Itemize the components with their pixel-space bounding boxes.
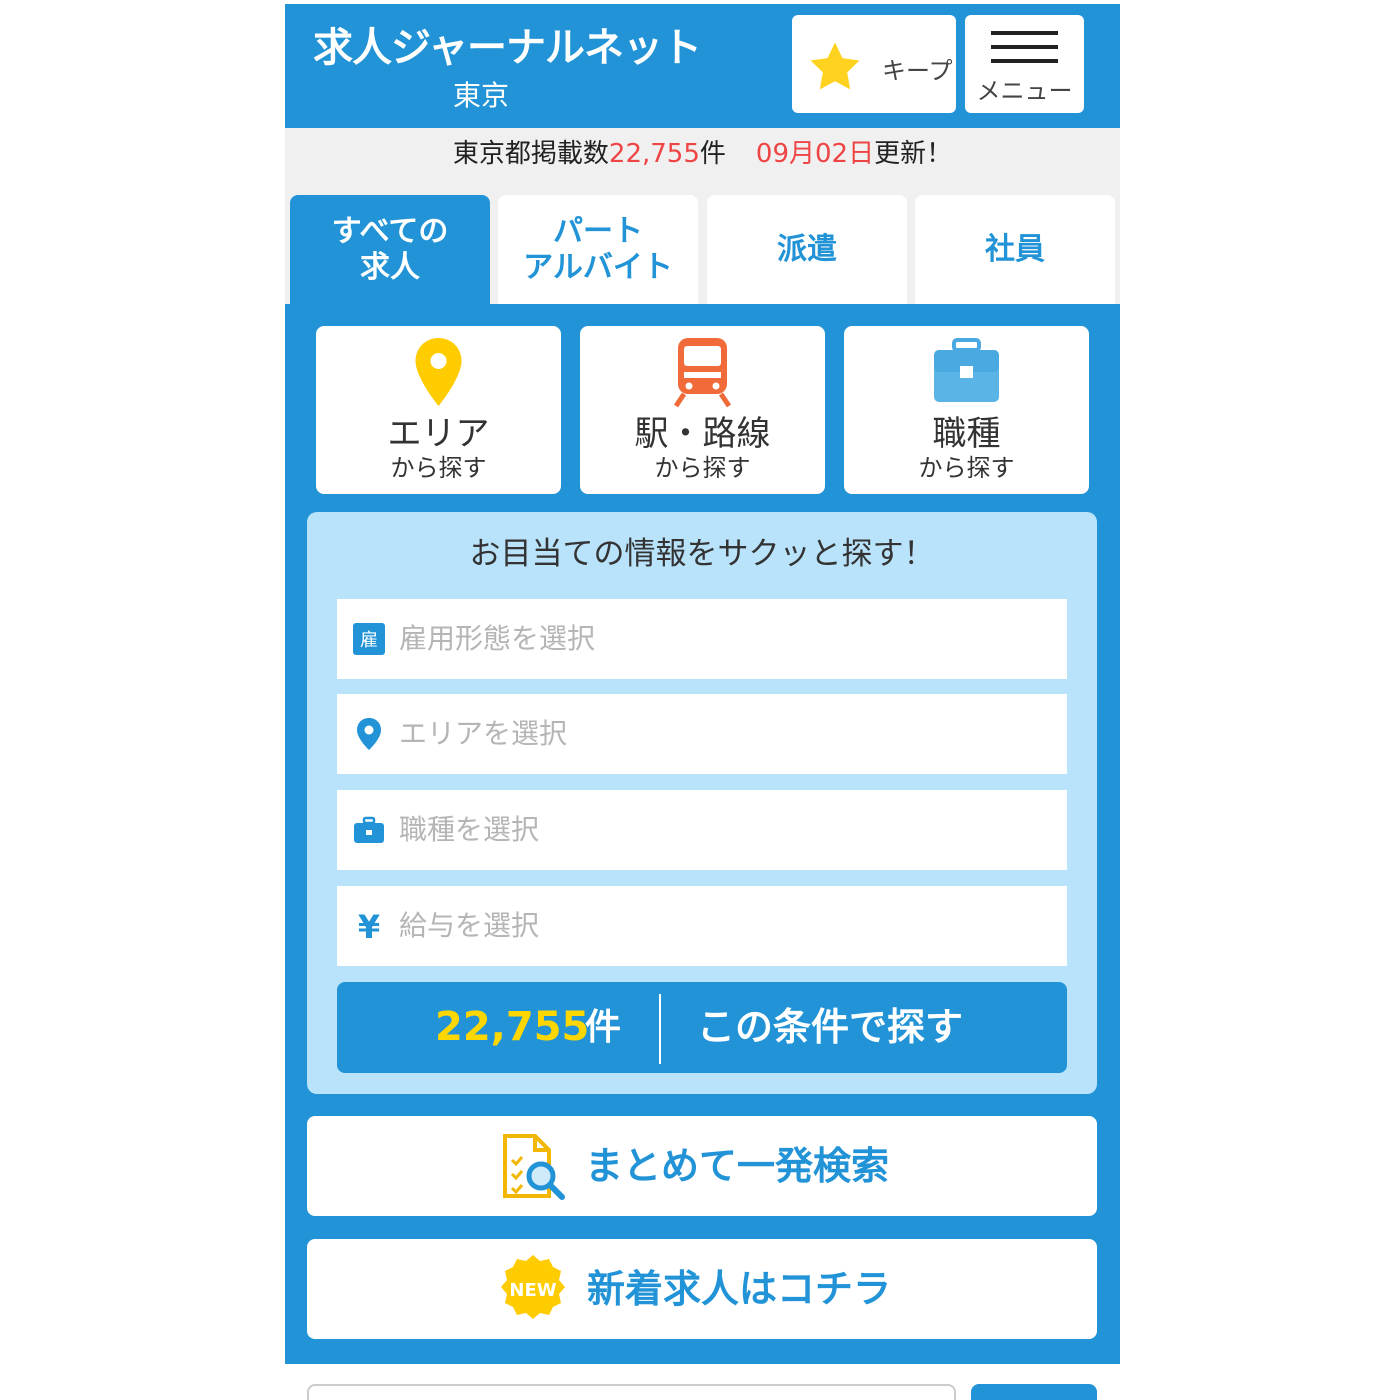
category-title: エリア [387,414,490,454]
bulk-search-label: まとめて一発検索 [585,1144,890,1188]
search-by-area-card[interactable]: エリア から探す [316,326,561,494]
listing-count-unit: 件 [699,139,726,169]
select-placeholder: 職種を選択 [399,813,540,846]
yen-icon: ¥ [358,908,380,944]
tab-part-time[interactable]: パート アルバイト [498,195,698,304]
train-icon [673,338,732,408]
listing-count: 22,755 [608,139,700,169]
document-search-icon [503,1134,565,1200]
svg-text:¥: ¥ [358,908,380,944]
map-pin-icon [357,718,381,750]
tab-label: 求人 [359,249,420,285]
hamburger-icon [991,31,1058,73]
employment-type-select[interactable]: 雇 雇用形態を選択 [337,599,1067,679]
tab-label: 派遣 [777,231,837,267]
listing-prefix: 東京都掲載数 [452,139,609,169]
select-placeholder: 雇用形態を選択 [399,622,596,655]
listing-count-bar: 東京都掲載数22,755件 09月02日更新！ [285,128,1120,188]
result-count: 22,755 [435,1004,590,1050]
tab-label: 社員 [985,231,1045,267]
bottom-search-row [285,1364,1120,1400]
tab-label: アルバイト [523,249,673,285]
search-by-station-card[interactable]: 駅・路線 から探す [580,326,825,494]
result-count-unit: 件 [585,1007,622,1048]
salary-select[interactable]: ¥ 給与を選択 [337,886,1067,966]
select-placeholder: 給与を選択 [399,909,540,942]
new-jobs-button[interactable]: NEW 新着求人はコチラ [307,1239,1097,1339]
tab-label: すべての [331,213,449,249]
area-select[interactable]: エリアを選択 [337,694,1067,774]
category-sub: から探す [654,454,751,482]
category-sub: から探す [390,454,487,482]
site-header: 求人ジャーナルネット 東京 キープ メニュー [285,4,1120,128]
search-by-occupation-card[interactable]: 職種 から探す [844,326,1089,494]
select-placeholder: エリアを選択 [399,717,568,750]
update-date: 09月02日 [755,139,875,169]
category-title: 職種 [932,414,1001,454]
keyword-search-button[interactable] [971,1384,1097,1400]
job-type-tabs: すべての 求人 パート アルバイト 派遣 社員 [285,188,1120,304]
quick-search-panel: お目当ての情報をサクッと探す！ 雇 雇用形態を選択 エリアを選択 職種を選択 ¥… [307,512,1097,1094]
map-pin-icon [415,338,462,406]
new-badge-icon: NEW [501,1255,565,1319]
menu-button[interactable]: メニュー [965,15,1084,113]
bulk-search-button[interactable]: まとめて一発検索 [307,1116,1097,1216]
new-jobs-label: 新着求人はコチラ [587,1267,892,1311]
tab-employee[interactable]: 社員 [915,195,1115,304]
button-divider [659,994,661,1064]
keyword-input[interactable] [307,1384,956,1400]
new-badge-text: NEW [509,1280,556,1301]
briefcase-icon [354,816,384,843]
tab-label: パート [552,213,643,249]
main-search-area: エリア から探す 駅・路線 から探す 職種 から探す お目当ての情報をサクッと探… [285,304,1120,1364]
submit-label: この条件で探す [697,1005,964,1049]
keep-label: キープ [882,57,953,85]
search-submit-button[interactable]: 22,755 件 この条件で探す [337,982,1067,1073]
category-sub: から探す [918,454,1015,482]
mobile-page: 求人ジャーナルネット 東京 キープ メニュー 東京都掲載数22,755件 09月0… [285,4,1120,1400]
star-icon [810,42,860,90]
region-label: 東京 [453,79,510,112]
tab-dispatch[interactable]: 派遣 [707,195,907,304]
category-title: 駅・路線 [634,414,771,454]
occupation-select[interactable]: 職種を選択 [337,790,1067,870]
employment-type-icon: 雇 [353,623,385,655]
briefcase-icon [934,338,999,402]
site-logo[interactable]: 求人ジャーナルネット [313,26,702,70]
panel-title: お目当ての情報をサクッと探す！ [469,536,935,572]
svg-text:雇: 雇 [360,630,378,651]
keep-button[interactable]: キープ [792,15,956,113]
menu-label: メニュー [976,77,1073,105]
update-suffix: 更新！ [874,139,953,169]
tab-all-jobs[interactable]: すべての 求人 [290,195,490,304]
